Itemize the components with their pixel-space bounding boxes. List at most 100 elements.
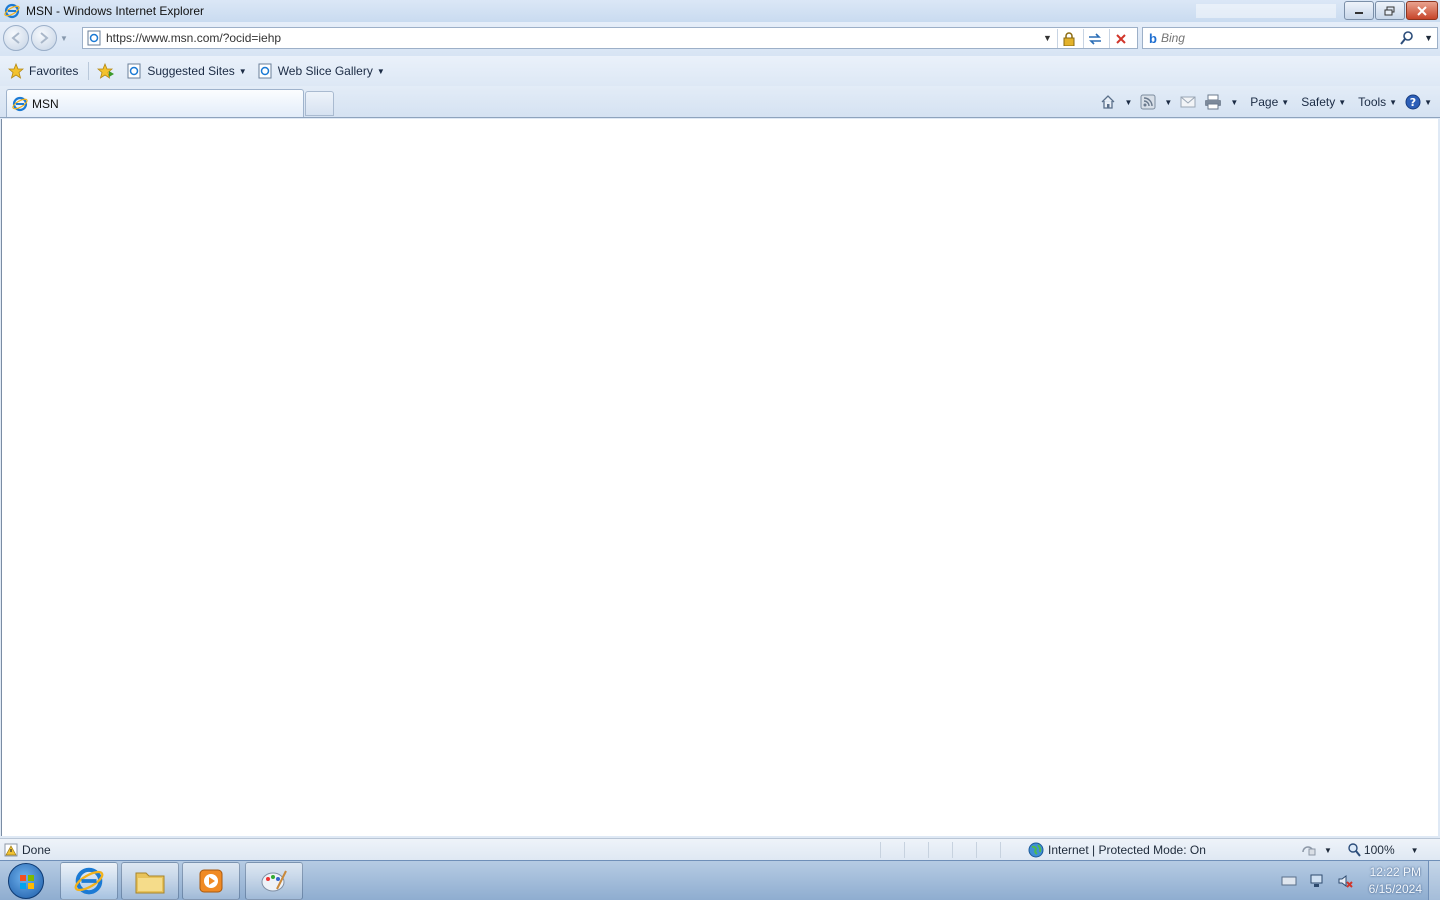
windows-logo-icon xyxy=(20,875,34,889)
compatibility-view-button[interactable] xyxy=(1083,29,1105,48)
taskbar-file-explorer[interactable] xyxy=(121,862,179,900)
clock-time: 12:22 PM xyxy=(1369,865,1421,879)
security-lock-button[interactable] xyxy=(1057,29,1079,48)
tools-menu-label: Tools xyxy=(1358,95,1387,109)
globe-icon xyxy=(1028,842,1044,858)
chevron-down-icon[interactable]: ▼ xyxy=(1411,846,1419,855)
media-player-icon xyxy=(199,869,223,893)
page-menu-button[interactable]: Page ▼ xyxy=(1250,95,1289,109)
status-panes xyxy=(880,842,1024,858)
ie-page-icon xyxy=(127,63,141,79)
search-icon[interactable] xyxy=(1399,30,1415,46)
clock-date: 6/15/2024 xyxy=(1368,882,1422,896)
paint-palette-icon xyxy=(261,870,287,892)
stop-button[interactable] xyxy=(1109,29,1131,48)
zoom-level[interactable]: 100% xyxy=(1364,843,1395,857)
forward-button[interactable] xyxy=(31,25,57,51)
zoom-area: ▼ 100% ▼ xyxy=(1300,842,1419,858)
status-text-area: Done xyxy=(4,843,51,857)
rss-feed-icon xyxy=(1140,94,1156,110)
page-menu-label: Page xyxy=(1250,95,1279,109)
forward-arrow-icon xyxy=(40,32,49,44)
page-content-area[interactable] xyxy=(1,119,1438,836)
taskbar-media-player[interactable] xyxy=(182,862,240,900)
address-bar[interactable]: ▼ xyxy=(82,27,1138,49)
security-zone[interactable]: Internet | Protected Mode: On xyxy=(1028,842,1206,858)
chevron-down-icon: ▼ xyxy=(1424,97,1432,107)
search-input[interactable] xyxy=(1160,31,1391,45)
clock[interactable]: 12:22 PM 6/15/2024 xyxy=(1369,864,1422,898)
minimize-button[interactable] xyxy=(1344,1,1374,20)
url-input[interactable] xyxy=(106,31,1036,45)
new-tab-button[interactable] xyxy=(305,91,334,116)
chevron-down-icon: ▼ xyxy=(1389,97,1398,107)
window-title: MSN - Windows Internet Explorer xyxy=(26,4,205,18)
address-dropdown-icon[interactable]: ▼ xyxy=(1043,33,1052,43)
tab-row: MSN ▼ ▼ ▼ Page ▼ Safety ▼ Tools ▼ ? ▼ xyxy=(0,86,1440,118)
internet-explorer-icon xyxy=(4,3,20,19)
chevron-down-icon: ▼ xyxy=(1281,97,1290,107)
status-text: Done xyxy=(22,842,51,857)
back-button[interactable] xyxy=(3,25,29,51)
tools-menu-button[interactable]: Tools ▼ xyxy=(1358,95,1397,109)
zoom-magnifier-icon xyxy=(1348,843,1361,857)
chevron-down-icon: ▼ xyxy=(1230,97,1239,107)
status-bar: Done Internet | Protected Mode: On ▼ 100… xyxy=(0,838,1440,860)
help-button[interactable]: ? ▼ xyxy=(1405,94,1432,110)
title-bar: MSN - Windows Internet Explorer xyxy=(0,0,1440,22)
ie-page-icon xyxy=(258,63,272,79)
chevron-down-icon: ▼ xyxy=(376,66,385,76)
home-button[interactable]: ▼ xyxy=(1100,94,1132,110)
safety-menu-button[interactable]: Safety ▼ xyxy=(1301,95,1346,109)
volume-muted-icon[interactable] xyxy=(1337,873,1353,889)
taskbar-paint[interactable] xyxy=(245,862,303,900)
keyboard-icon[interactable] xyxy=(1281,875,1297,887)
chevron-down-icon: ▼ xyxy=(1164,97,1173,107)
taskbar: 12:22 PM 6/15/2024 xyxy=(0,860,1440,900)
chevron-down-icon[interactable]: ▼ xyxy=(1324,846,1332,855)
protected-mode-icon[interactable] xyxy=(1300,842,1318,858)
web-slice-gallery-link[interactable]: Web Slice Gallery ▼ xyxy=(257,63,385,79)
start-button[interactable] xyxy=(8,863,44,899)
network-icon[interactable] xyxy=(1309,873,1325,889)
web-slice-gallery-label: Web Slice Gallery xyxy=(277,64,373,78)
suggested-sites-label: Suggested Sites xyxy=(147,64,235,78)
search-options-dropdown-icon[interactable]: ▼ xyxy=(1424,33,1433,43)
close-button[interactable] xyxy=(1406,1,1438,20)
security-zone-label: Internet | Protected Mode: On xyxy=(1048,843,1206,857)
internet-explorer-icon xyxy=(12,96,28,111)
favorites-bar: Favorites Suggested Sites ▼ Web Slice Ga… xyxy=(0,56,1440,86)
favorites-button[interactable]: Favorites xyxy=(8,63,78,79)
show-desktop-button[interactable] xyxy=(1428,861,1440,900)
minimize-icon xyxy=(1355,11,1363,14)
safety-menu-label: Safety xyxy=(1301,95,1336,109)
system-tray: 12:22 PM 6/15/2024 xyxy=(1281,861,1422,900)
search-tooltip-ghost xyxy=(1196,4,1336,18)
bing-icon: b xyxy=(1149,30,1157,46)
mail-icon xyxy=(1180,96,1196,108)
star-icon xyxy=(8,63,24,79)
help-icon: ? xyxy=(1405,94,1421,110)
home-icon xyxy=(1102,95,1115,109)
recent-pages-dropdown-icon[interactable]: ▼ xyxy=(60,34,68,43)
tab-label: MSN xyxy=(32,96,59,111)
chevron-down-icon: ▼ xyxy=(1124,97,1133,107)
close-icon xyxy=(1417,5,1427,16)
stop-x-icon xyxy=(1115,33,1126,44)
chevron-down-icon: ▼ xyxy=(1338,97,1347,107)
search-box[interactable]: b ▼ xyxy=(1142,27,1438,49)
print-button[interactable]: ▼ xyxy=(1204,94,1238,110)
back-arrow-icon xyxy=(11,32,20,44)
read-mail-button[interactable] xyxy=(1180,95,1196,109)
svg-text:?: ? xyxy=(1410,96,1416,109)
taskbar-internet-explorer[interactable] xyxy=(60,862,118,900)
favorites-label: Favorites xyxy=(29,64,79,78)
printer-icon xyxy=(1205,94,1222,110)
divider xyxy=(88,62,90,80)
feeds-button[interactable]: ▼ xyxy=(1140,94,1172,110)
suggested-sites-link[interactable]: Suggested Sites ▼ xyxy=(126,63,247,79)
add-to-favorites-bar-button[interactable] xyxy=(97,63,120,79)
tab-msn[interactable]: MSN xyxy=(6,89,304,117)
command-bar: ▼ ▼ ▼ Page ▼ Safety ▼ Tools ▼ ? ▼ xyxy=(1092,90,1432,114)
restore-button[interactable] xyxy=(1375,1,1405,20)
